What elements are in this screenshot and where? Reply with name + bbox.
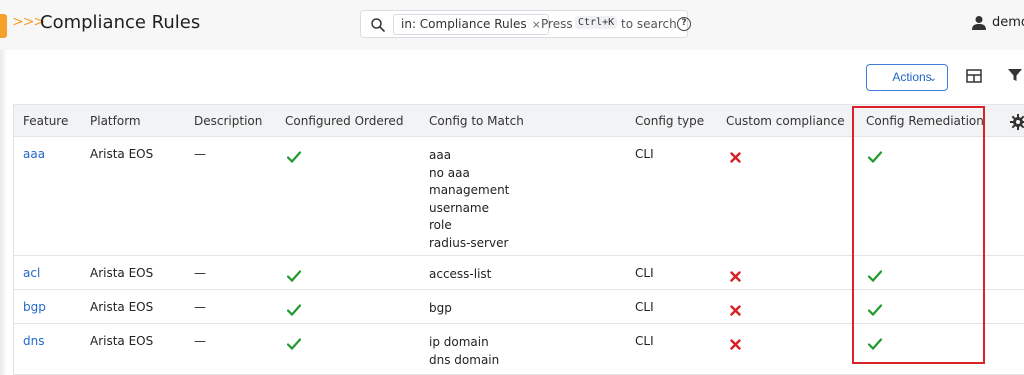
config-line: aaa [429, 148, 452, 162]
config-line: management [429, 183, 510, 197]
search-press-text: Press [541, 17, 573, 31]
gear-icon[interactable] [1010, 114, 1024, 130]
config-line: dns domain [429, 352, 500, 367]
description-cell: — [194, 147, 206, 161]
feature-link[interactable]: aaa [23, 147, 45, 161]
sidebar-toggle[interactable] [0, 14, 7, 38]
column-header-feature[interactable]: Feature [23, 114, 68, 128]
feature-link[interactable]: acl [23, 266, 40, 280]
sidebar-edge [0, 50, 7, 375]
column-header-platform[interactable]: Platform [90, 114, 141, 128]
cross-icon [730, 271, 741, 282]
config-line: bgp [429, 301, 452, 315]
check-icon [868, 270, 882, 282]
column-header-configured-ordered[interactable]: Configured Ordered [285, 114, 403, 128]
feature-link[interactable]: bgp [23, 300, 46, 314]
keyboard-shortcut: Ctrl+K [575, 16, 618, 29]
description-cell: — [194, 334, 206, 348]
search-hint-text: to search [621, 17, 677, 31]
column-header-config-type[interactable]: Config type [635, 114, 704, 128]
config-type-cell: CLI [635, 266, 654, 280]
config-to-match-cell: access-list [429, 266, 491, 284]
check-icon [287, 270, 301, 282]
page-title: Compliance Rules [40, 12, 201, 33]
cross-icon [730, 152, 741, 163]
check-icon [287, 304, 301, 316]
check-icon [868, 151, 882, 163]
column-header-config-remediation[interactable]: Config Remediation [866, 114, 984, 128]
actions-button[interactable]: Actions ⌄ [866, 64, 948, 91]
close-icon[interactable]: × [532, 15, 541, 34]
config-to-match-cell: ip domain dns domain [429, 334, 499, 369]
config-line: username [429, 200, 489, 215]
search-icon [371, 18, 385, 32]
table-row: acl Arista EOS — access-list CLI [13, 256, 1024, 290]
platform-cell: Arista EOS [90, 266, 154, 280]
config-type-cell: CLI [635, 147, 654, 161]
config-line: role [429, 218, 452, 232]
user-name[interactable]: demo [992, 15, 1024, 30]
config-type-cell: CLI [635, 334, 654, 348]
config-line: access-list [429, 267, 492, 281]
check-icon [287, 151, 301, 163]
column-header-config-to-match[interactable]: Config to Match [429, 114, 524, 128]
chevron-down-icon: ⌄ [928, 73, 937, 84]
config-to-match-cell: bgp [429, 300, 452, 318]
cross-icon [730, 305, 741, 316]
platform-cell: Arista EOS [90, 300, 154, 314]
table-header: Feature Platform Description Configured … [13, 104, 1024, 137]
description-cell: — [194, 266, 206, 280]
config-line: no aaa [429, 165, 470, 180]
platform-cell: Arista EOS [90, 147, 154, 161]
table-row: bgp Arista EOS — bgp CLI [13, 290, 1024, 324]
help-icon[interactable]: ? [677, 17, 691, 31]
platform-cell: Arista EOS [90, 334, 154, 348]
search-bar[interactable]: in: Compliance Rules × Press Ctrl+K to se… [360, 10, 691, 38]
table-row: aaa Arista EOS — aaa no aaa management u… [13, 137, 1024, 256]
table-layout-icon[interactable] [966, 69, 982, 83]
top-header: >>> Compliance Rules in: Compliance Rule… [0, 0, 1024, 50]
column-header-description[interactable]: Description [194, 114, 262, 128]
user-icon[interactable] [972, 15, 986, 31]
cross-icon [730, 339, 741, 350]
config-to-match-cell: aaa no aaa management username role radi… [429, 147, 509, 252]
check-icon [868, 304, 882, 316]
search-scope-chip[interactable]: in: Compliance Rules × [393, 14, 549, 35]
column-header-custom-compliance[interactable]: Custom compliance [726, 114, 845, 128]
actions-label: Actions [892, 70, 932, 84]
check-icon [868, 338, 882, 350]
search-scope-label: in: Compliance Rules [401, 17, 527, 31]
check-icon [287, 338, 301, 350]
table-row: dns Arista EOS — ip domain dns domain CL… [13, 324, 1024, 375]
filter-icon[interactable] [1008, 68, 1022, 82]
feature-link[interactable]: dns [23, 334, 44, 348]
config-line: ip domain [429, 335, 489, 349]
config-line: radius-server [429, 235, 509, 250]
description-cell: — [194, 300, 206, 314]
config-type-cell: CLI [635, 300, 654, 314]
